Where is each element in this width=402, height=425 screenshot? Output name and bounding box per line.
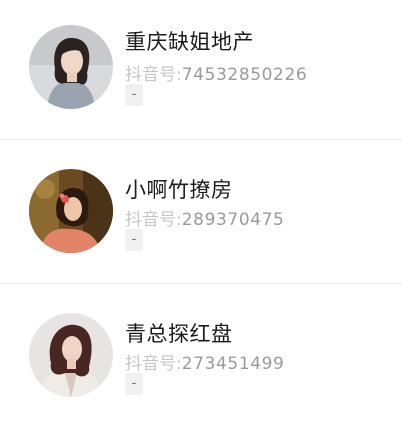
douyin-id: 抖音号:289370475 bbox=[125, 205, 284, 230]
avatar-photo-icon bbox=[29, 25, 113, 109]
account-name: 重庆缺姐地产 bbox=[125, 30, 254, 54]
divider bbox=[0, 283, 402, 284]
douyin-id: 抖音号:74532850226 bbox=[125, 60, 307, 85]
status-badge: - bbox=[125, 84, 143, 106]
status-badge: - bbox=[125, 229, 143, 251]
douyin-id-value: 74532850226 bbox=[181, 65, 308, 85]
account-name: 青总探红盘 bbox=[125, 322, 233, 346]
status-badge: - bbox=[125, 373, 143, 395]
avatar[interactable] bbox=[29, 169, 113, 253]
douyin-id-value: 289370475 bbox=[181, 210, 285, 230]
list-item[interactable]: 青总探红盘 抖音号:273451499 - bbox=[0, 285, 402, 425]
list-item[interactable]: 小啊竹撩房 抖音号:289370475 - bbox=[0, 141, 402, 281]
douyin-id-value: 273451499 bbox=[181, 354, 285, 374]
account-list: 重庆缺姐地产 抖音号:74532850226 - 小啊竹撩房 抖音号:28937… bbox=[0, 0, 402, 422]
divider bbox=[0, 139, 402, 140]
douyin-id-label: 抖音号: bbox=[125, 354, 182, 374]
avatar[interactable] bbox=[29, 25, 113, 109]
avatar-photo-icon bbox=[29, 313, 113, 397]
avatar[interactable] bbox=[29, 313, 113, 397]
douyin-id: 抖音号:273451499 bbox=[125, 349, 284, 374]
douyin-id-label: 抖音号: bbox=[125, 65, 182, 85]
account-name: 小啊竹撩房 bbox=[125, 178, 233, 202]
list-item[interactable]: 重庆缺姐地产 抖音号:74532850226 - bbox=[0, 0, 402, 140]
douyin-id-label: 抖音号: bbox=[125, 210, 182, 230]
avatar-photo-icon bbox=[29, 169, 113, 253]
